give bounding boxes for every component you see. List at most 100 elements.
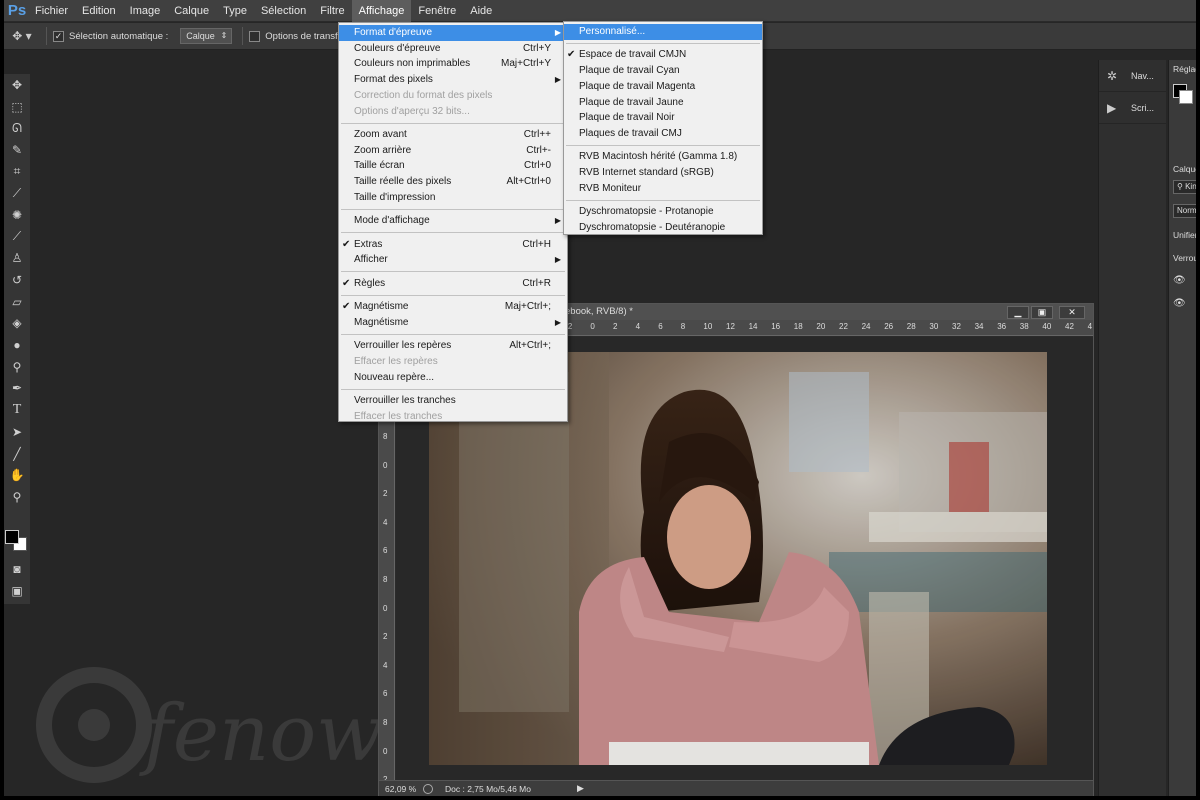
menu-image[interactable]: Image	[123, 0, 168, 22]
submenu-arrow-icon: ▶	[554, 317, 561, 327]
color-swatch-bg[interactable]	[1179, 90, 1193, 104]
menu-item[interactable]: Verrouiller les tranches	[339, 393, 567, 409]
menu-item[interactable]: ✔ Espace de travail CMJN	[564, 47, 762, 63]
hand-tool-icon[interactable]: ✋	[4, 464, 30, 486]
menu-fichier[interactable]: Fichier	[28, 0, 75, 22]
adjustments-tab[interactable]: Réglag	[1173, 64, 1196, 74]
pen-tool-icon[interactable]: ✒	[4, 378, 30, 400]
menu-item[interactable]: Dyschromatopsie - Deutéranopie	[564, 220, 762, 236]
menu-item[interactable]: ✔ Extras Ctrl+H	[339, 237, 567, 253]
menu-item[interactable]: Couleurs d'épreuve Ctrl+Y	[339, 41, 567, 57]
menu-item[interactable]: Nouveau repère...	[339, 370, 567, 386]
menu-fenetre[interactable]: Fenêtre	[411, 0, 463, 22]
maximize-button[interactable]: ▣	[1031, 306, 1053, 319]
checkmark-icon: ✔	[342, 301, 351, 312]
menu-item[interactable]: Dyschromatopsie - Protanopie	[564, 204, 762, 220]
menu-item[interactable]: Afficher ▶	[339, 252, 567, 268]
ruler-tick-label: 22	[839, 322, 848, 331]
ruler-tick-label: 6	[383, 546, 388, 556]
collapsed-panels: ✲ Nav... ▶ Scri...	[1098, 60, 1166, 796]
menu-item[interactable]: Plaque de travail Noir	[564, 110, 762, 126]
menu-separator	[341, 271, 565, 273]
path-select-tool-icon[interactable]: ➤	[4, 421, 30, 443]
stamp-tool-icon[interactable]: ♙	[4, 248, 30, 270]
menu-item-label: Nouveau repère...	[354, 371, 435, 383]
ruler-tick-label: 8	[680, 322, 686, 331]
menu-item[interactable]: RVB Moniteur	[564, 181, 762, 197]
auto-select-dropdown[interactable]: Calque	[180, 28, 233, 44]
menu-item[interactable]: Format des pixels ▶	[339, 72, 567, 88]
layer-filter-kind[interactable]: ⚲ Kin	[1173, 180, 1196, 194]
line-tool-icon[interactable]: ╱	[4, 443, 30, 465]
eyedropper-tool-icon[interactable]: ⟋	[4, 182, 30, 204]
close-button[interactable]: ✕	[1059, 306, 1085, 319]
checkmark-icon: ✔	[342, 277, 351, 289]
ruler-tick-label: 40	[1042, 322, 1052, 331]
menu-item[interactable]: ✔ Magnétisme Maj+Ctrl+;	[339, 299, 567, 315]
menu-item[interactable]: Zoom avant Ctrl++	[339, 127, 567, 143]
menu-item[interactable]: Plaques de travail CMJ	[564, 126, 762, 142]
crop-tool-icon[interactable]: ⌗	[4, 161, 30, 183]
menu-item[interactable]: Magnétisme ▶	[339, 315, 567, 331]
eye-icon[interactable]: 👁	[1173, 275, 1186, 286]
menu-item[interactable]: RVB Internet standard (sRGB)	[564, 165, 762, 181]
menu-item[interactable]: Mode d'affichage ▶	[339, 213, 567, 229]
blur-tool-icon[interactable]: ●	[4, 334, 30, 356]
menu-separator	[566, 199, 760, 201]
menu-item[interactable]: Couleurs non imprimables Maj+Ctrl+Y	[339, 56, 567, 72]
menu-aide[interactable]: Aide	[463, 0, 499, 22]
eraser-tool-icon[interactable]: ▱	[4, 291, 30, 313]
type-tool-icon[interactable]: T	[4, 399, 30, 421]
menu-item-label: RVB Internet standard (sRGB)	[579, 167, 714, 178]
transform-options-checkbox[interactable]	[249, 30, 261, 42]
menu-selection[interactable]: Sélection	[254, 0, 313, 22]
minimize-button[interactable]: ▁	[1007, 306, 1029, 319]
status-info-icon[interactable]	[423, 783, 433, 794]
status-menu-arrow-icon[interactable]: ▶	[577, 783, 584, 794]
quick-select-tool-icon[interactable]: ✎	[4, 139, 30, 161]
lasso-tool-icon[interactable]: ᘏ	[4, 117, 30, 139]
menu-type[interactable]: Type	[216, 0, 254, 22]
menu-item[interactable]: Plaque de travail Magenta	[564, 79, 762, 95]
healing-tool-icon[interactable]: ✺	[4, 204, 30, 226]
paint-bucket-tool-icon[interactable]: ◈	[4, 313, 30, 335]
ruler-tick-label: 2	[383, 489, 388, 499]
foreground-color-swatch[interactable]	[5, 530, 19, 544]
menu-item[interactable]: Plaque de travail Cyan	[564, 63, 762, 79]
quick-mask-icon[interactable]: ◙	[4, 558, 30, 580]
menu-item-label: Options d'aperçu 32 bits...	[354, 105, 470, 117]
menu-calque[interactable]: Calque	[167, 0, 216, 22]
menu-item[interactable]: Zoom arrière Ctrl+-	[339, 143, 567, 159]
navigator-panel-button[interactable]: ✲ Nav...	[1099, 60, 1166, 92]
scripts-panel-button[interactable]: ▶ Scri...	[1099, 92, 1166, 124]
menu-affichage[interactable]: Affichage	[351, 0, 412, 22]
menu-item[interactable]: Format d'épreuve ▶	[339, 25, 567, 41]
zoom-tool-icon[interactable]: ⚲	[4, 486, 30, 508]
history-brush-tool-icon[interactable]: ↺	[4, 269, 30, 291]
menu-item[interactable]: Plaque de travail Jaune	[564, 95, 762, 111]
auto-select-checkbox[interactable]: ✓	[53, 30, 64, 42]
ruler-tick-label: 30	[929, 322, 939, 331]
zoom-level[interactable]: 62,09 %	[379, 784, 419, 794]
menu-item[interactable]: ✔ Règles Ctrl+R	[339, 276, 567, 292]
move-tool-preset-icon[interactable]: ✥ ▾	[4, 26, 40, 46]
menu-item[interactable]: Taille réelle des pixels Alt+Ctrl+0	[339, 174, 567, 190]
eye-icon[interactable]: 👁	[1173, 298, 1186, 309]
menu-item[interactable]: RVB Macintosh hérité (Gamma 1.8)	[564, 149, 762, 165]
screen-mode-icon[interactable]: ▣	[4, 580, 30, 602]
menu-item: Correction du format des pixels	[339, 88, 567, 104]
menu-item-label: Taille d'impression	[354, 191, 436, 203]
marquee-tool-icon[interactable]: ⬚	[4, 96, 30, 118]
menu-item[interactable]: Personnalisé...	[564, 24, 762, 40]
menu-item[interactable]: Taille d'impression	[339, 190, 567, 206]
menu-item-label: RVB Macintosh hérité (Gamma 1.8)	[579, 151, 738, 163]
menu-item[interactable]: Verrouiller les repères Alt+Ctrl+;	[339, 338, 567, 354]
blend-mode-select[interactable]: Norm	[1173, 204, 1196, 218]
move-tool-icon[interactable]: ✥	[4, 74, 30, 96]
menu-filtre[interactable]: Filtre	[313, 0, 351, 22]
layers-tab[interactable]: Calque	[1173, 164, 1196, 174]
brush-tool-icon[interactable]: ⟋	[4, 226, 30, 248]
menu-edition[interactable]: Edition	[75, 0, 123, 22]
dodge-tool-icon[interactable]: ⚲	[4, 356, 30, 378]
menu-item[interactable]: Taille écran Ctrl+0	[339, 158, 567, 174]
